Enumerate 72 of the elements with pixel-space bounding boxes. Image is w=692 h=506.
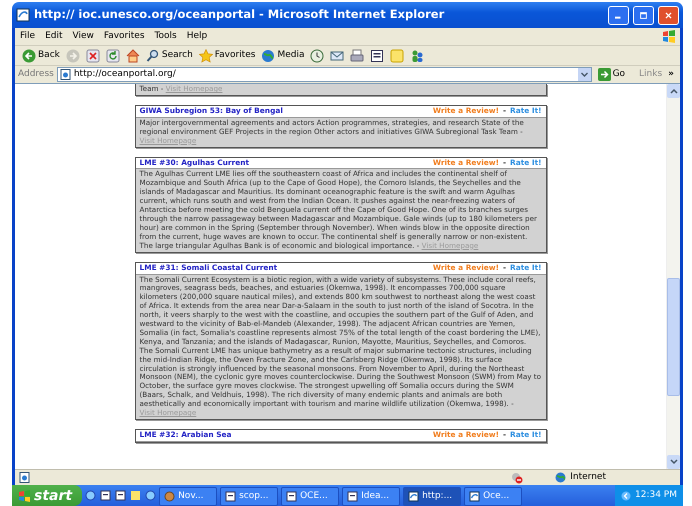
menu-item[interactable]: Edit — [40, 30, 68, 44]
close-button[interactable] — [658, 6, 679, 24]
stop-icon — [86, 48, 100, 62]
scroll-thumb[interactable] — [667, 278, 680, 396]
taskbar-button[interactable]: http:... — [403, 487, 462, 506]
more-button[interactable]: » — [665, 68, 677, 82]
menu-item[interactable]: View — [68, 30, 99, 44]
menu-item[interactable]: Help — [182, 30, 212, 44]
star-icon — [198, 48, 213, 62]
quick-launch-button[interactable] — [145, 490, 156, 501]
document-icon — [225, 491, 236, 502]
address-field[interactable]: http://oceanportal.org/ — [56, 67, 592, 82]
scrollbar[interactable] — [666, 84, 680, 469]
refresh-icon — [106, 48, 120, 62]
quick-launch-button[interactable] — [115, 490, 126, 501]
note-icon — [130, 490, 142, 501]
clock-icon — [310, 48, 324, 62]
maximize-icon — [640, 10, 647, 20]
maximize-button[interactable] — [633, 6, 654, 24]
quick-launch-button[interactable] — [100, 490, 112, 501]
taskbar-button[interactable]: Idea... — [342, 487, 400, 506]
home-icon — [126, 48, 140, 62]
dropdown-caret-icon — [578, 68, 591, 81]
scroll-up-button[interactable] — [667, 84, 680, 98]
scroll-down-button[interactable] — [667, 455, 680, 469]
minimize-button[interactable] — [608, 6, 629, 24]
browser-icon — [469, 491, 480, 502]
windows-logo-icon — [662, 30, 676, 43]
down-caret-icon — [670, 459, 678, 465]
document-icon — [347, 491, 358, 502]
browser-icon — [85, 490, 96, 501]
close-icon — [665, 10, 672, 20]
address-label: Address — [18, 68, 54, 81]
document-icon — [370, 48, 384, 62]
page-icon — [19, 472, 30, 483]
globe-icon — [261, 48, 276, 62]
back-arrow-button[interactable]: Back — [19, 48, 63, 62]
taskbar-button[interactable]: scop... — [220, 487, 278, 506]
clock-text: 12:34 PM — [635, 488, 677, 502]
menu-item[interactable]: Tools — [150, 30, 182, 44]
menu-item[interactable]: Favorites — [98, 30, 150, 44]
note-icon — [390, 48, 404, 62]
taskbar-button[interactable]: OCE... — [281, 487, 340, 506]
taskbar-button[interactable]: Nov... — [159, 487, 218, 506]
window-title: http:// ioc.unesco.org/oceanportal - Microsoft Internet Explorer — [34, 6, 446, 24]
star-button[interactable]: Favorites — [196, 48, 258, 62]
document-icon — [100, 490, 112, 501]
app-icon — [164, 491, 176, 502]
go-arrow-icon — [598, 68, 611, 81]
windows-logo-icon — [18, 490, 31, 502]
go-button[interactable]: Go — [594, 68, 628, 82]
browser-icon — [16, 8, 30, 22]
back-arrow-icon — [22, 48, 36, 62]
zone-text: Internet — [570, 470, 606, 484]
quick-launch-button[interactable] — [85, 490, 96, 501]
page-icon — [60, 69, 71, 80]
blocked-icon — [511, 472, 524, 484]
search-button[interactable]: Search — [142, 48, 196, 62]
taskbar-button[interactable]: Oce... — [464, 487, 522, 506]
browser-icon — [145, 490, 156, 501]
menu-item[interactable]: File — [15, 30, 40, 44]
links-label: Links — [639, 68, 662, 81]
browser-icon — [408, 491, 420, 502]
document-icon — [115, 490, 126, 501]
printer-icon — [350, 48, 364, 62]
globe-icon — [555, 472, 566, 483]
document-icon — [286, 491, 298, 502]
globe-button[interactable]: Media — [258, 48, 308, 62]
search-icon — [146, 48, 160, 62]
envelope-icon — [330, 48, 344, 62]
up-caret-icon — [670, 88, 678, 94]
people-icon — [410, 48, 424, 62]
